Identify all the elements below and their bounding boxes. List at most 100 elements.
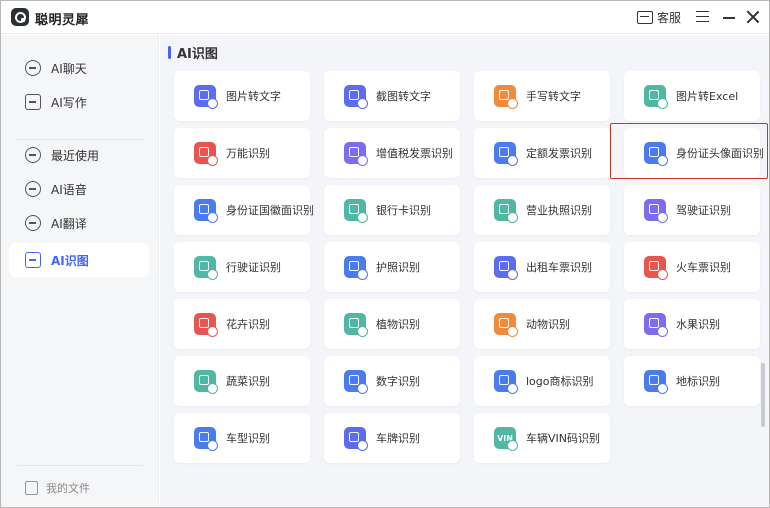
- close-icon[interactable]: [746, 10, 760, 24]
- tool-card[interactable]: 截图转文字: [324, 71, 460, 121]
- clock-icon: [25, 147, 41, 163]
- tool-card-label: 车牌识别: [376, 432, 420, 445]
- tool-card-icon: [494, 85, 518, 109]
- tool-card-icon: [494, 142, 518, 166]
- tool-card-label: 图片转文字: [226, 90, 281, 103]
- section-accent-bar: [168, 46, 171, 59]
- sidebar-item-label: AI翻译: [51, 216, 87, 231]
- tool-card[interactable]: 火车票识别: [624, 242, 760, 292]
- tool-card-icon: [644, 313, 668, 337]
- tool-card-icon: [494, 370, 518, 394]
- sidebar-item-ai-voice[interactable]: AI语音: [9, 172, 149, 206]
- tool-card-icon: [194, 313, 218, 337]
- tool-card-label: 护照识别: [376, 261, 420, 274]
- app-logo-icon: [11, 8, 29, 26]
- tool-card-label: 出租车票识别: [526, 261, 592, 274]
- sidebar-item-ai-writing[interactable]: AI写作: [9, 85, 149, 119]
- tool-card[interactable]: 花卉识别: [174, 299, 310, 349]
- tool-card-icon: [644, 142, 668, 166]
- app-window: 聪明灵犀 客服 AI聊天 AI写作 最近使用 AI语音 AI翻译 AI识图 我的…: [0, 0, 770, 508]
- tool-card[interactable]: 驾驶证识别: [624, 185, 760, 235]
- customer-service-button[interactable]: 客服: [637, 8, 681, 26]
- tool-card-label: 蔬菜识别: [226, 375, 270, 388]
- tool-card-icon: VIN: [494, 427, 518, 451]
- tool-card[interactable]: 地标识别: [624, 356, 760, 406]
- sidebar-bottom-divider: [17, 465, 143, 466]
- tool-card[interactable]: 银行卡识别: [324, 185, 460, 235]
- tool-card[interactable]: 营业执照识别: [474, 185, 610, 235]
- scrollbar[interactable]: [761, 363, 765, 427]
- tool-card-label: 身份证头像面识别: [676, 147, 764, 160]
- tool-card[interactable]: 图片转Excel: [624, 71, 760, 121]
- tool-card[interactable]: 数字识别: [324, 356, 460, 406]
- tool-card[interactable]: logo商标识别: [474, 356, 610, 406]
- tool-card[interactable]: 图片转文字: [174, 71, 310, 121]
- tool-card[interactable]: 水果识别: [624, 299, 760, 349]
- tool-card-icon: [494, 313, 518, 337]
- tool-card-icon: [494, 256, 518, 280]
- sidebar: AI聊天 AI写作 最近使用 AI语音 AI翻译 AI识图 我的文件: [1, 35, 159, 507]
- tool-card-icon: [644, 370, 668, 394]
- tool-card[interactable]: 蔬菜识别: [174, 356, 310, 406]
- minimize-icon[interactable]: [723, 17, 735, 19]
- tool-card-icon: [344, 256, 368, 280]
- tool-card-label: 车辆VIN码识别: [526, 432, 600, 445]
- pen-icon: [25, 94, 41, 110]
- tool-card[interactable]: VIN 车辆VIN码识别: [474, 413, 610, 463]
- tool-card-icon: [344, 313, 368, 337]
- tool-card[interactable]: 万能识别: [174, 128, 310, 178]
- tool-card-icon: [344, 199, 368, 223]
- tool-card[interactable]: 身份证头像面识别: [624, 128, 764, 178]
- tool-card-icon: [194, 85, 218, 109]
- sidebar-item-ai-image-recognition[interactable]: AI识图: [9, 243, 149, 277]
- tool-card-icon: [194, 370, 218, 394]
- tool-card-icon: [194, 199, 218, 223]
- tool-card-icon: [194, 427, 218, 451]
- tool-card-icon: [644, 199, 668, 223]
- tool-card-label: 营业执照识别: [526, 204, 592, 217]
- tool-card[interactable]: 植物识别: [324, 299, 460, 349]
- translate-icon: [25, 215, 41, 231]
- tool-card-label: 地标识别: [676, 375, 720, 388]
- tool-card-icon: [344, 142, 368, 166]
- tool-card-label: 行驶证识别: [226, 261, 281, 274]
- tool-card[interactable]: 车型识别: [174, 413, 310, 463]
- tool-card[interactable]: 行驶证识别: [174, 242, 310, 292]
- tool-card-icon: [344, 370, 368, 394]
- tool-card-label: 银行卡识别: [376, 204, 431, 217]
- tool-card[interactable]: 护照识别: [324, 242, 460, 292]
- tool-card[interactable]: 出租车票识别: [474, 242, 610, 292]
- customer-service-label: 客服: [657, 10, 682, 25]
- tool-card[interactable]: 手写转文字: [474, 71, 610, 121]
- sidebar-item-recent[interactable]: 最近使用: [9, 138, 149, 172]
- sidebar-item-ai-translate[interactable]: AI翻译: [9, 206, 149, 240]
- tool-card[interactable]: 动物识别: [474, 299, 610, 349]
- tool-card-icon: [344, 427, 368, 451]
- tool-card[interactable]: 定额发票识别: [474, 128, 610, 178]
- sidebar-item-ai-chat[interactable]: AI聊天: [9, 51, 149, 85]
- tool-card-label: 手写转文字: [526, 90, 581, 103]
- sidebar-item-label: AI语音: [51, 182, 87, 197]
- app-title: 聪明灵犀: [35, 13, 90, 28]
- chat-bubble-icon: [637, 10, 653, 24]
- tool-card-label: 花卉识别: [226, 318, 270, 331]
- tool-card-icon: [344, 85, 368, 109]
- tool-card-label: 驾驶证识别: [676, 204, 731, 217]
- tool-card-label: 动物识别: [526, 318, 570, 331]
- main-content: AI识图 图片转文字 截图转文字 手写转文字 图片转Excel 万能识别 增值税发票识别 定…: [160, 35, 769, 507]
- tool-card-label: 定额发票识别: [526, 147, 592, 160]
- file-icon: [25, 481, 38, 495]
- tool-card[interactable]: 增值税发票识别: [324, 128, 460, 178]
- tool-card-label: 万能识别: [226, 147, 270, 160]
- my-files-link[interactable]: 我的文件: [25, 480, 90, 496]
- sidebar-item-label: AI聊天: [51, 61, 87, 76]
- tool-card-label: 植物识别: [376, 318, 420, 331]
- tool-card[interactable]: 车牌识别: [324, 413, 460, 463]
- tool-card-label: 火车票识别: [676, 261, 731, 274]
- hamburger-menu-icon[interactable]: [696, 11, 709, 22]
- scan-icon: [25, 252, 41, 268]
- tool-card-icon: [194, 142, 218, 166]
- tool-card[interactable]: 身份证国徽面识别: [174, 185, 314, 235]
- tool-card-icon: [644, 85, 668, 109]
- tool-card-label: 图片转Excel: [676, 90, 739, 103]
